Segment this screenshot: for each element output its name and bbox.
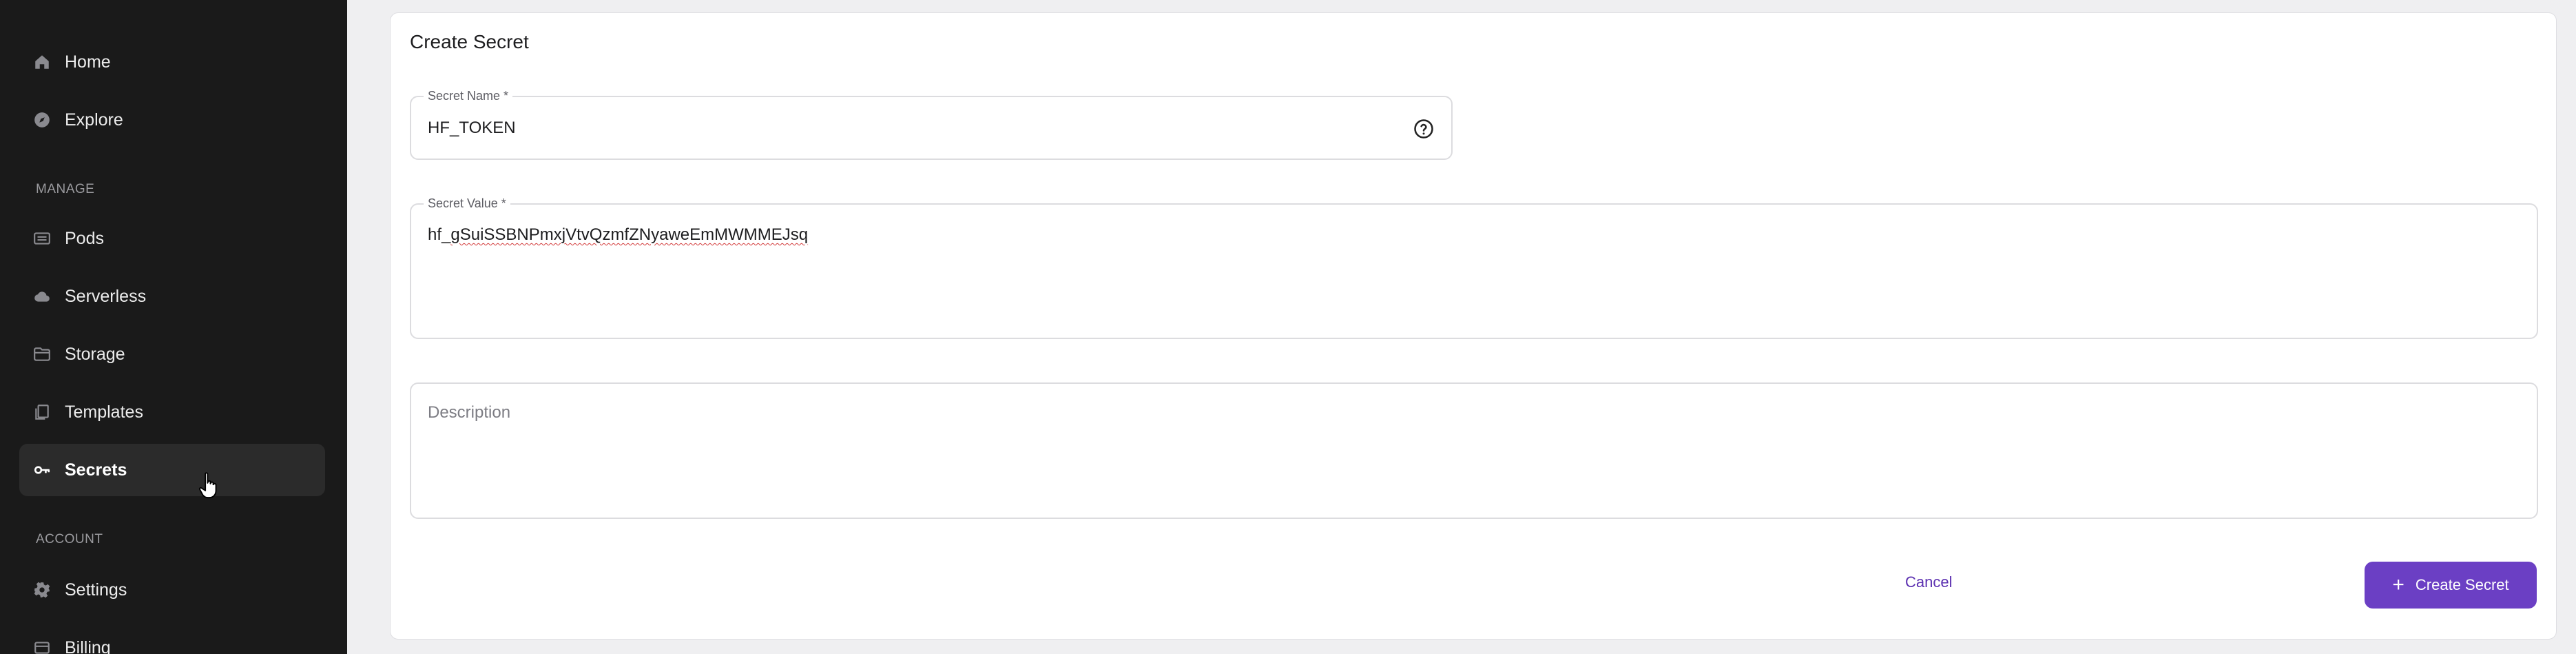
secret-value-rest: gSuiSSBNPmxjVtvQzmfZNyaweEmMWMMEJsq <box>450 225 809 244</box>
help-icon[interactable] <box>1413 118 1435 140</box>
cancel-button[interactable]: Cancel <box>1895 562 1962 603</box>
compass-icon <box>32 110 52 130</box>
sidebar-item-secrets[interactable]: Secrets <box>19 444 325 496</box>
billing-icon <box>32 637 52 654</box>
create-secret-button[interactable]: + Create Secret <box>2365 562 2537 609</box>
home-icon <box>32 52 52 72</box>
sidebar-item-label: Pods <box>65 228 104 248</box>
templates-icon <box>32 402 52 422</box>
section-title-account: ACCOUNT <box>36 532 103 546</box>
secret-value-prefix: hf_ <box>428 225 451 244</box>
description-field[interactable]: Description <box>410 382 2538 519</box>
page-title: Create Secret <box>410 31 529 52</box>
sidebar-item-label: Settings <box>65 580 127 600</box>
sidebar-item-label: Home <box>65 52 111 72</box>
secret-value-input[interactable]: hf_gSuiSSBNPmxjVtvQzmfZNyaweEmMWMMEJsq <box>428 225 808 245</box>
sidebar-item-serverless[interactable]: Serverless <box>19 270 325 323</box>
section-title-manage: MANAGE <box>36 182 95 196</box>
sidebar-item-home[interactable]: Home <box>19 36 325 88</box>
key-icon <box>32 460 52 480</box>
secret-value-field[interactable]: Secret Value * hf_gSuiSSBNPmxjVtvQzmfZNy… <box>410 196 2538 339</box>
sidebar-item-label: Serverless <box>65 286 147 306</box>
sidebar-item-label: Explore <box>65 110 123 130</box>
plus-icon: + <box>2392 573 2404 596</box>
secret-value-label: Secret Value * <box>424 196 510 211</box>
sidebar-item-label: Secrets <box>65 460 127 480</box>
sidebar-item-storage[interactable]: Storage <box>19 328 325 380</box>
hand-cursor-icon <box>198 472 217 499</box>
secret-name-input[interactable]: HF_TOKEN <box>428 119 516 138</box>
pods-icon <box>32 228 52 249</box>
cloud-icon <box>32 286 52 307</box>
secret-name-label: Secret Name * <box>424 88 513 103</box>
sidebar-item-templates[interactable]: Templates <box>19 386 325 438</box>
gear-icon <box>32 580 52 600</box>
description-placeholder: Description <box>428 403 511 422</box>
sidebar-item-label: Billing <box>65 637 111 654</box>
create-secret-label: Create Secret <box>2415 576 2509 593</box>
sidebar-item-explore[interactable]: Explore <box>19 94 325 146</box>
secret-name-field[interactable]: Secret Name * HF_TOKEN <box>410 88 1453 160</box>
folder-icon <box>32 344 52 365</box>
sidebar-item-label: Templates <box>65 402 143 422</box>
sidebar-item-label: Storage <box>65 344 125 364</box>
sidebar-item-billing[interactable]: Billing <box>19 622 325 654</box>
create-secret-panel: Create Secret Secret Name * HF_TOKEN Sec… <box>390 12 2557 640</box>
sidebar: Home Explore MANAGE Pods Serverless Stor… <box>0 0 347 654</box>
sidebar-item-pods[interactable]: Pods <box>19 212 325 265</box>
sidebar-item-settings[interactable]: Settings <box>19 564 325 616</box>
app-root: Home Explore MANAGE Pods Serverless Stor… <box>0 0 2576 654</box>
